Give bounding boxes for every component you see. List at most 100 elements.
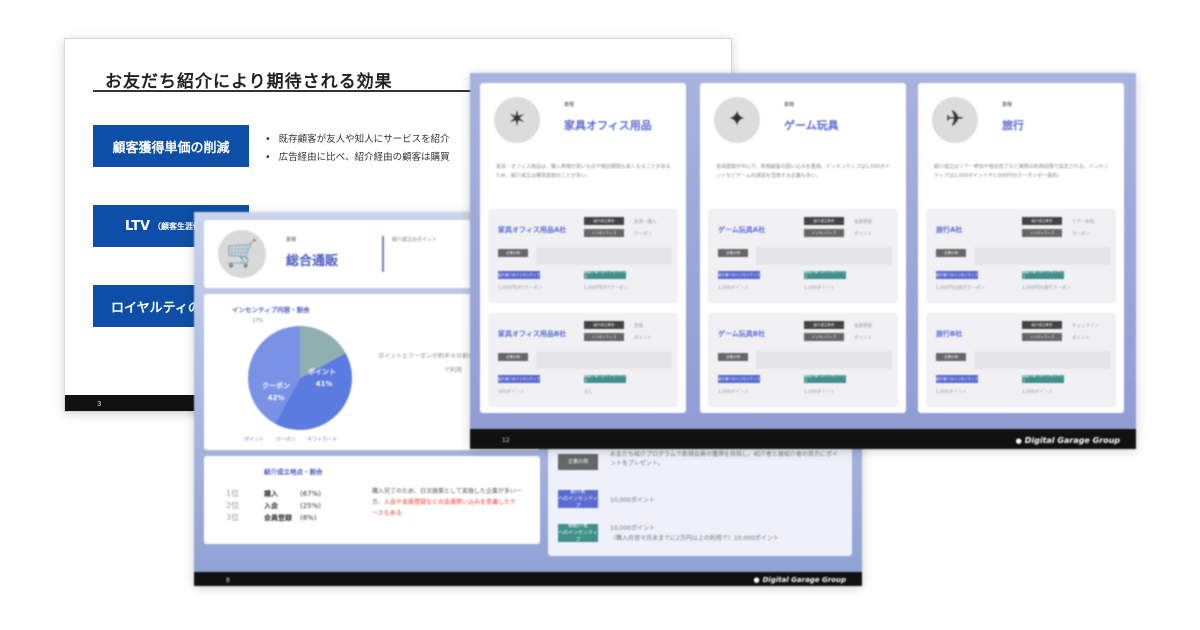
legend-item: ギフトカード — [307, 437, 338, 443]
industry-label: 業種 — [564, 102, 575, 108]
condition-chip: 紹介成立条件 — [584, 217, 624, 225]
company-name: 旅行B社 — [936, 330, 963, 338]
benefit-label: LTV — [124, 218, 151, 234]
referrer-incentive-label: 紹介者へのインセンティブ — [498, 375, 540, 383]
rank-note-highlight: 入会や会員登録などの会員際い込みを意識したケースもある — [372, 499, 517, 517]
incentive-pie-chart: ポイント 41% クーポン 42% — [248, 326, 352, 430]
rank-num: 3位 — [226, 513, 240, 522]
ranking-card: 紹介成立地点・割合 1位 2位 3位 購入 (67%) 入会 (25%) 会員登録 (… — [204, 456, 540, 544]
condition-value: 会員登録 — [854, 324, 872, 329]
example-text-placeholder — [536, 351, 672, 369]
referrer-incentive-label: 紹介者へのインセンティブ — [936, 271, 978, 279]
industry-description: 会員登録が中心で、新規顧客の囲い込みを重視。インセンティブは1,000ポイントな… — [716, 164, 890, 179]
tag-line: へのインセンティブ — [558, 529, 598, 543]
industry-name: ゲーム玩具 — [784, 119, 839, 132]
company-example-sub_b: 家具オフィス用品B社 紹介成立条件 インセンティブ 登録 ポイント 企業の例 紹… — [488, 313, 678, 407]
referee-incentive-label: 被紹介者へのインセンティブ — [804, 270, 846, 279]
pie-top-percent: 17% — [252, 318, 264, 324]
referee-incentive-value: 1,000円OFFクーポン — [584, 286, 629, 291]
pie-label-coupon: クーポン — [262, 381, 290, 390]
company-name: 旅行A社 — [936, 226, 963, 234]
rank-pct: (8%) — [300, 514, 317, 522]
company-name: ゲーム玩具B社 — [718, 330, 766, 338]
tag-line: へのインセンティブ — [558, 495, 598, 509]
rank-label: 購入 — [264, 490, 278, 498]
pie-value-coupon: 42% — [268, 394, 285, 402]
brand-logo: Digital Garage Group — [1016, 436, 1120, 445]
example-text: お友だち紹介プログラムで新規会員の獲得を目指し、紹介者と被紹介者の双方にポイント… — [610, 451, 838, 467]
referrer-incentive-label: 紹介者へのインセンティブ — [936, 375, 978, 383]
referrer-incentive-label: 紹介者へのインセンティブ — [718, 271, 760, 279]
rank-items: 購入 (67%) 入会 (25%) 会員登録 (8%) — [264, 488, 321, 524]
referee-incentive-label: 被紹介者へのインセンティブ — [584, 270, 626, 279]
referee-incentive-value: 1,000ポイント — [1022, 390, 1053, 395]
condition-chip: 紹介成立条件 — [584, 321, 624, 329]
category-name: 総合通販 — [286, 254, 339, 269]
incentive-chip: インセンティブ — [1022, 229, 1062, 237]
incentive-value: クーポン — [634, 232, 652, 237]
bullet-item: 広告経由に比べ、紹介経由の顧客は購買 — [265, 149, 450, 167]
page-number: 3 — [97, 400, 102, 408]
company-example-sub_a: 家具オフィス用品A社 紹介成立条件 インセンティブ 友達一購入 クーポン 企業の… — [488, 209, 678, 303]
slide-12: ✶ 業種 家具オフィス用品 家具・オフィス用品は、購入単価が高いものや検討期間も… — [470, 73, 1136, 449]
incentive-chip: インセンティブ — [1022, 333, 1062, 341]
condition-value: ツアー参加 — [1072, 220, 1095, 225]
referrer-incentive-label: 紹介者へのインセンティブ — [498, 271, 540, 279]
example-text-placeholder — [974, 351, 1110, 369]
condition-chip: 紹介成立条件 — [804, 321, 844, 329]
rank-label: 会員登録 — [264, 514, 292, 522]
tag-line: 被紹介者 — [567, 522, 588, 529]
condition-chip: 紹介成立条件 — [1022, 217, 1062, 225]
benefit-label: ロイヤルティの — [111, 300, 201, 316]
legend-item: クーポン — [275, 437, 296, 443]
benefit-label: 顧客獲得単価の削減 — [112, 140, 230, 156]
industry-description: 家具・オフィス用品は、購入単価が高いものや検討期間も長くなることがあるため、紹介… — [496, 164, 671, 179]
rank-num: 2位 — [226, 501, 240, 510]
referee-incentive-value: 1,000ポイント — [804, 390, 835, 395]
shopping-cart-icon: 🛒 — [218, 230, 266, 278]
referee-incentive-value: 1,000ポイント — [804, 286, 835, 291]
industry-label: 業種 — [1002, 102, 1013, 108]
company-name: 家具オフィス用品A社 — [498, 226, 567, 234]
rank-pct: (67%) — [300, 490, 322, 498]
example-tag: 企業の例 — [498, 249, 528, 257]
industry-label: 業種 — [784, 102, 795, 108]
rank-pct: (25%) — [300, 502, 322, 510]
referee-incentive-label: 被紹介者へのインセンティブ — [804, 374, 846, 383]
referee-incentive-value: 1,000円分旅行クーポン — [1022, 286, 1071, 291]
referrer-incentive-value: 1,000ポイント — [718, 390, 749, 395]
condition-value: 登録 — [634, 324, 643, 329]
example-tag: 企業の例 — [558, 454, 598, 470]
example-tag: 企業の例 — [718, 249, 748, 257]
condition-value: 友達一購入 — [634, 220, 657, 225]
referee-incentive-label: 被紹介者へのインセンティブ — [1022, 270, 1064, 279]
legend-item: ポイント — [244, 437, 265, 443]
company-name: ゲーム玩具A社 — [718, 226, 766, 234]
incentive-chip: インセンティブ — [584, 333, 624, 341]
referrer-tag: 紹介者 へのインセンティブ — [558, 488, 598, 509]
condition-chip: 紹介成立条件 — [1022, 321, 1062, 329]
referee-value: 10,000ポイント — [610, 525, 655, 532]
referee-value-condition: （購入月翌々月末までに2万円以上の利用で）10,000ポイント — [610, 535, 779, 542]
rank-numbers: 1位 2位 3位 — [226, 488, 239, 524]
incentive-value: ポイント — [1072, 336, 1090, 341]
company-example-sub_a: 旅行A社 紹介成立条件 インセンティブ ツアー参加 クーポン 企業の例 紹介者へ… — [926, 209, 1116, 303]
company-example-sub_a: ゲーム玩具A社 紹介成立条件 インセンティブ 会員登録 ポイント 企業の例 紹介… — [708, 209, 898, 303]
example-text-placeholder — [974, 247, 1110, 265]
industry-column: ✈ 業種 旅行 紹介成立はツアー参加や宿泊完了など実際の利用段階で設定される。イ… — [918, 83, 1124, 413]
pie-value-point: 41% — [316, 380, 333, 388]
tag-line: 紹介者 — [570, 488, 586, 495]
referrer-incentive-value: 1,000ポイント — [718, 286, 749, 291]
armchair-icon: ✶ — [494, 97, 540, 143]
example-text-placeholder — [536, 247, 672, 265]
bullet-list: 既存顧客が友人や知人にサービスを紹介 広告経由に比べ、紹介経由の顧客は購買 — [265, 131, 450, 167]
example-tag: 企業の例 — [936, 249, 966, 257]
incentive-value: ポイント — [854, 232, 872, 237]
rank-title: 紹介成立地点・割合 — [264, 468, 323, 476]
condition-chip: 紹介成立条件 — [804, 217, 844, 225]
pie-label-point: ポイント — [308, 367, 336, 376]
industry-column: ✦ 業種 ゲーム玩具 会員登録が中心で、新規顧客の囲い込みを重視。インセンティブ… — [700, 83, 906, 413]
example-tag: 企業の例 — [498, 353, 528, 361]
pie-title: インセンティブ内容・割合 — [232, 306, 310, 314]
referee-incentive-label: 被紹介者へのインセンティブ — [1022, 374, 1064, 383]
